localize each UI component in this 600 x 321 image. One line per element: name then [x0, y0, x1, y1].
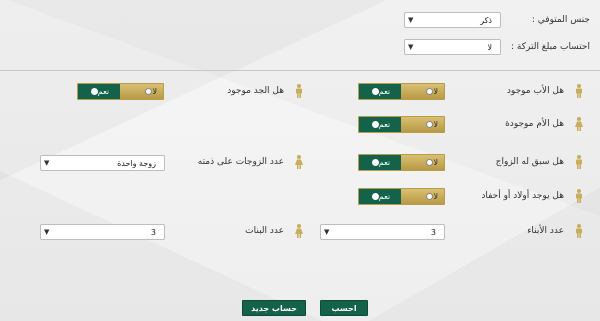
- no-option[interactable]: لا: [119, 84, 163, 99]
- mother-toggle[interactable]: نعم لا: [358, 116, 445, 133]
- estate-select[interactable]: ▼ لا: [404, 39, 501, 55]
- yes-option[interactable]: نعم: [359, 155, 401, 170]
- radio-dot-icon: [426, 121, 434, 128]
- no-option[interactable]: لا: [400, 84, 444, 99]
- grandfather-label: هل الجد موجود: [227, 86, 284, 96]
- wives-label: عدد الزوجات على ذمته: [197, 157, 284, 167]
- section-divider: [0, 70, 600, 71]
- gender-value: ذكر: [480, 16, 492, 25]
- estate-label: احتساب مبلغ التركة :: [511, 42, 590, 52]
- no-label: لا: [433, 87, 438, 96]
- yes-option[interactable]: نعم: [359, 189, 401, 204]
- father-toggle[interactable]: نعم لا: [358, 83, 445, 100]
- chevron-down-icon: ▼: [408, 43, 414, 51]
- male-person-icon: [576, 155, 582, 169]
- yes-option[interactable]: نعم: [359, 117, 401, 132]
- no-option[interactable]: لا: [400, 189, 444, 204]
- no-option[interactable]: لا: [400, 117, 444, 132]
- female-person-icon: [575, 117, 583, 131]
- wives-value: زوجة واحدة: [117, 159, 156, 168]
- daughters-value: 3: [150, 228, 156, 237]
- chevron-down-icon: ▼: [408, 16, 414, 24]
- male-person-icon: [576, 84, 582, 98]
- calculate-button[interactable]: احسب: [320, 300, 368, 316]
- children-toggle[interactable]: نعم لا: [358, 188, 445, 205]
- yes-option[interactable]: نعم: [78, 84, 120, 99]
- sons-value: 3: [430, 228, 436, 237]
- chevron-down-icon: ▼: [44, 159, 50, 167]
- no-label: لا: [433, 120, 438, 129]
- children-label: هل يوجد أولاد أو أحفاد: [481, 191, 564, 201]
- radio-dot-icon: [371, 193, 379, 200]
- daughters-label: عدد البنات: [245, 226, 284, 236]
- radio-dot-icon: [371, 159, 379, 166]
- gender-label: جنس المتوفي :: [531, 15, 590, 25]
- yes-label: نعم: [378, 192, 391, 201]
- new-calculation-button[interactable]: حساب جديد: [242, 300, 306, 316]
- sons-label: عدد الأبناء: [527, 226, 564, 236]
- chevron-down-icon: ▼: [44, 228, 50, 236]
- radio-dot-icon: [426, 159, 434, 166]
- radio-dot-icon: [371, 88, 379, 95]
- radio-dot-icon: [90, 88, 98, 95]
- no-label: لا: [433, 158, 438, 167]
- father-label: هل الأب موجود: [506, 86, 564, 96]
- no-label: لا: [152, 87, 157, 96]
- mother-label: هل الأم موجودة: [505, 119, 564, 129]
- no-option[interactable]: لا: [400, 155, 444, 170]
- sons-select[interactable]: ▼ 3: [320, 224, 445, 240]
- male-person-icon: [576, 224, 582, 238]
- daughters-select[interactable]: ▼ 3: [40, 224, 165, 240]
- radio-dot-icon: [145, 88, 153, 95]
- yes-label: نعم: [378, 120, 391, 129]
- radio-dot-icon: [426, 193, 434, 200]
- male-person-icon: [296, 84, 302, 98]
- male-person-icon: [576, 189, 582, 203]
- wives-select[interactable]: ▼ زوجة واحدة: [40, 155, 165, 171]
- married-label: هل سبق له الزواج: [495, 157, 564, 167]
- estate-value: لا: [487, 43, 492, 52]
- female-person-icon: [295, 224, 303, 238]
- yes-label: نعم: [97, 87, 110, 96]
- no-label: لا: [433, 192, 438, 201]
- chevron-down-icon: ▼: [324, 228, 330, 236]
- yes-option[interactable]: نعم: [359, 84, 401, 99]
- yes-label: نعم: [378, 158, 391, 167]
- married-toggle[interactable]: نعم لا: [358, 154, 445, 171]
- radio-dot-icon: [426, 88, 434, 95]
- grandfather-toggle[interactable]: نعم لا: [77, 83, 164, 100]
- yes-label: نعم: [378, 87, 391, 96]
- radio-dot-icon: [371, 121, 379, 128]
- female-person-icon: [295, 155, 303, 169]
- gender-select[interactable]: ▼ ذكر: [404, 12, 501, 28]
